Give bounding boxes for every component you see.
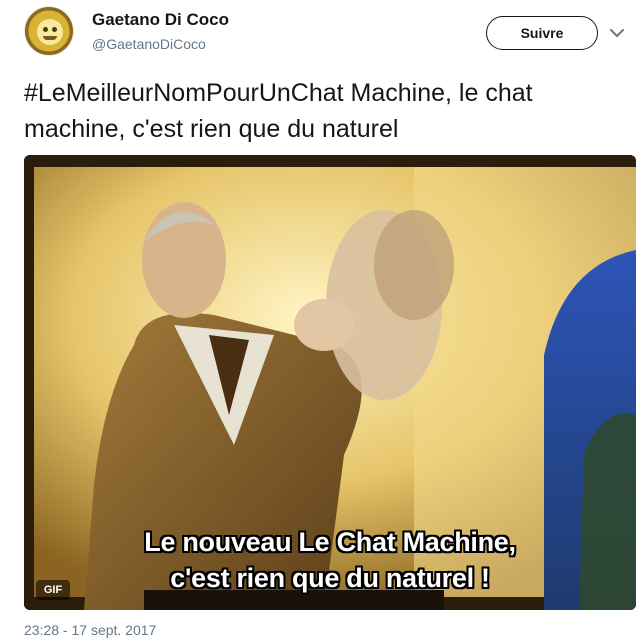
follow-button[interactable]: Suivre: [486, 16, 598, 50]
user-handle[interactable]: @GaetanoDiCoco: [92, 36, 206, 52]
avatar-mouth: [43, 36, 57, 40]
avatar-eye: [43, 27, 48, 32]
cat-body: [374, 210, 454, 320]
avatar[interactable]: [24, 6, 74, 56]
tweet-text: #LeMeilleurNomPourUnChat Machine, le cha…: [24, 79, 533, 143]
tweet-timestamp[interactable]: 23:28 - 17 sept. 2017: [24, 622, 156, 638]
tweet-menu-button[interactable]: [606, 22, 628, 44]
display-name[interactable]: Gaetano Di Coco: [92, 10, 229, 30]
chevron-down-icon: [610, 29, 624, 37]
tweet-media-gif[interactable]: Le nouveau Le Chat Machine, c'est rien q…: [24, 155, 636, 610]
gif-badge: GIF: [36, 580, 70, 600]
gif-subtitle-line2: c'est rien que du naturel !: [170, 563, 490, 593]
avatar-eye: [52, 27, 57, 32]
avatar-face: [37, 19, 63, 45]
man-hand: [294, 299, 354, 351]
gif-subtitle-line1: Le nouveau Le Chat Machine,: [144, 527, 516, 557]
tweet-header: Gaetano Di Coco @GaetanoDiCoco Suivre: [0, 0, 640, 70]
